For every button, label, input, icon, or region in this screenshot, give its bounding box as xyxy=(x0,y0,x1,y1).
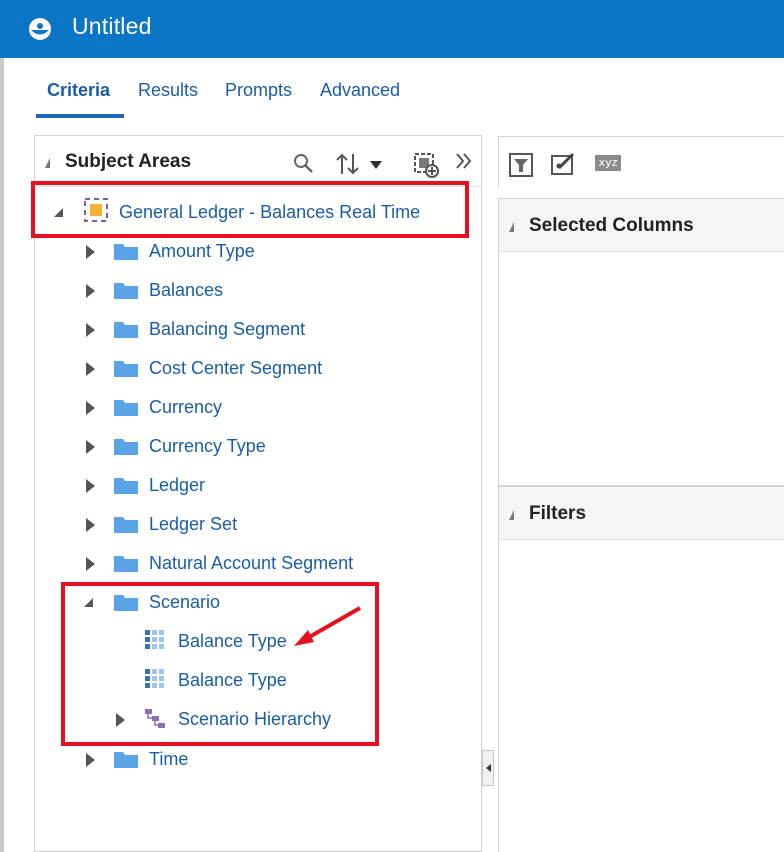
folder-icon xyxy=(114,400,138,416)
column-icon xyxy=(145,630,164,649)
expanded-arrow-icon[interactable] xyxy=(54,208,63,217)
column-label: Balance Type xyxy=(178,631,287,651)
expand-arrow-icon[interactable] xyxy=(86,245,95,259)
collapse-icon[interactable] xyxy=(509,222,514,232)
folder-label: Ledger Set xyxy=(149,514,238,534)
expand-arrow-icon[interactable] xyxy=(86,518,95,532)
panel-splitter[interactable] xyxy=(482,750,494,786)
column-label: Balance Type xyxy=(178,670,287,690)
tab-bar: Criteria Results Prompts Advanced xyxy=(0,80,784,120)
folder-label: Scenario xyxy=(149,592,221,612)
tree-folder-balances[interactable]: Balances xyxy=(84,274,384,306)
tree-root-label: General Ledger - Balances Real Time xyxy=(119,202,421,222)
tree-folder-time[interactable]: Time xyxy=(84,743,284,775)
criteria-toolbar: xyz xyxy=(498,136,784,188)
search-icon[interactable] xyxy=(293,153,315,175)
expand-arrow-icon[interactable] xyxy=(86,440,95,454)
tree-folder-amount-type[interactable]: Amount Type xyxy=(84,235,384,267)
folder-label: Cost Center Segment xyxy=(149,358,323,378)
folder-icon xyxy=(114,595,138,611)
subject-areas-title: Subject Areas xyxy=(65,151,192,172)
edit-selection-icon[interactable] xyxy=(551,152,577,176)
expanded-arrow-icon[interactable] xyxy=(84,598,93,607)
tab-criteria[interactable]: Criteria xyxy=(47,80,110,101)
tree-root-general-ledger[interactable]: General Ledger - Balances Real Time xyxy=(50,196,460,228)
tab-advanced[interactable]: Advanced xyxy=(320,80,400,101)
subject-areas-header: Subject Areas xyxy=(35,136,481,187)
tab-prompts[interactable]: Prompts xyxy=(225,80,292,101)
tree-folder-scenario[interactable]: Scenario xyxy=(84,586,284,618)
folder-icon xyxy=(114,517,138,533)
folder-icon xyxy=(114,361,138,377)
selected-columns-title: Selected Columns xyxy=(529,215,694,236)
folder-label: Currency Type xyxy=(149,436,266,456)
filters-title: Filters xyxy=(529,503,587,524)
tree-folder-currency-type[interactable]: Currency Type xyxy=(84,430,384,462)
folder-label: Ledger xyxy=(149,475,206,495)
folder-label: Currency xyxy=(149,397,223,417)
folder-icon xyxy=(114,439,138,455)
tree-folder-cost-center-segment[interactable]: Cost Center Segment xyxy=(84,352,384,384)
selected-columns-header: Selected Columns xyxy=(499,199,784,252)
folder-icon xyxy=(114,752,138,768)
column-icon xyxy=(145,669,164,688)
sort-icon[interactable] xyxy=(335,152,361,176)
expand-arrow-icon[interactable] xyxy=(86,557,95,571)
collapse-left-icon xyxy=(486,764,491,772)
folder-icon xyxy=(114,478,138,494)
hierarchy-label: Scenario Hierarchy xyxy=(178,709,332,729)
expand-arrow-icon[interactable] xyxy=(86,753,95,767)
folder-icon xyxy=(114,283,138,299)
expand-arrow-icon[interactable] xyxy=(86,479,95,493)
create-criteria-icon[interactable] xyxy=(413,152,439,178)
filter-icon[interactable] xyxy=(509,153,533,177)
folder-label: Balances xyxy=(149,280,224,300)
app-logo-icon xyxy=(29,18,51,40)
folder-label: Natural Account Segment xyxy=(149,553,354,573)
tree-hierarchy-scenario[interactable]: Scenario Hierarchy xyxy=(114,703,354,735)
filters-header: Filters xyxy=(499,487,784,540)
selected-columns-section: Selected Columns xyxy=(498,198,784,486)
page-title: Untitled xyxy=(72,13,152,39)
folder-icon xyxy=(114,244,138,260)
tree-folder-currency[interactable]: Currency xyxy=(84,391,384,423)
folder-label: Balancing Segment xyxy=(149,319,306,339)
folder-icon xyxy=(114,322,138,338)
title-bar: Untitled xyxy=(0,0,784,58)
expand-arrow-icon[interactable] xyxy=(86,401,95,415)
expand-arrow-icon[interactable] xyxy=(86,323,95,337)
folder-icon xyxy=(114,556,138,572)
xyz-icon[interactable]: xyz xyxy=(595,155,621,171)
tab-results[interactable]: Results xyxy=(138,80,198,101)
annotation-arrow-icon xyxy=(294,606,361,646)
dropdown-icon[interactable] xyxy=(369,160,383,170)
tree-folder-ledger[interactable]: Ledger xyxy=(84,469,384,501)
filters-section: Filters xyxy=(498,486,784,852)
active-tab-indicator xyxy=(36,114,124,118)
collapse-icon[interactable] xyxy=(45,158,50,168)
folder-label: Time xyxy=(149,749,189,769)
tree-folder-balancing-segment[interactable]: Balancing Segment xyxy=(84,313,384,345)
tree-column-balance-type-2[interactable]: Balance Type xyxy=(144,664,324,696)
expand-arrow-icon[interactable] xyxy=(116,713,125,727)
subject-area-icon xyxy=(84,198,108,222)
expand-more-icon[interactable] xyxy=(455,152,473,170)
tree-folder-natural-account-segment[interactable]: Natural Account Segment xyxy=(84,547,394,579)
expand-arrow-icon[interactable] xyxy=(86,362,95,376)
collapse-icon[interactable] xyxy=(509,510,514,520)
folder-label: Amount Type xyxy=(149,241,255,261)
expand-arrow-icon[interactable] xyxy=(86,284,95,298)
tree-folder-ledger-set[interactable]: Ledger Set xyxy=(84,508,384,540)
hierarchy-icon xyxy=(145,709,165,728)
